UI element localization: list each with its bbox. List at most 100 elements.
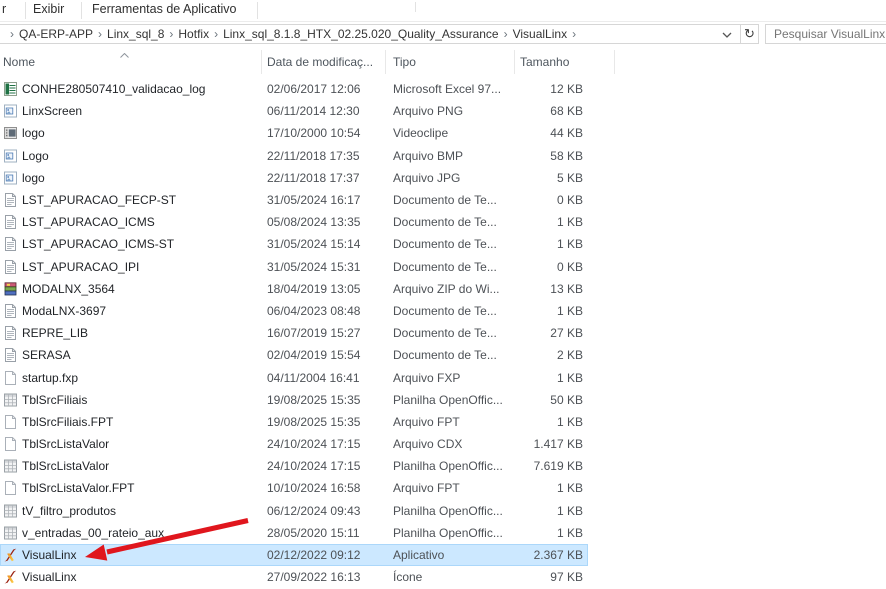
type-cell: Documento de Te...	[393, 193, 497, 208]
column-separator[interactable]	[261, 50, 262, 74]
table-row[interactable]: REPRE_LIB 16/07/2019 15:27 Documento de Te…	[0, 322, 588, 344]
table-row[interactable]: TblSrcListaValor.FPT 10/10/2024 16:58 Arqu…	[0, 477, 588, 499]
video-icon	[0, 126, 22, 140]
table-row[interactable]: startup.fxp 04/11/2004 16:41 Arquivo FXP 1 …	[0, 366, 588, 388]
date-cell: 04/11/2004 16:41	[267, 370, 360, 385]
column-separator[interactable]	[614, 50, 615, 74]
breadcrumb-item[interactable]: VisualLinx	[513, 27, 567, 41]
table-row[interactable]: LinxScreen 06/11/2014 12:30 Arquivo PNG 68 …	[0, 100, 588, 122]
table-row[interactable]: LST_APURACAO_FECP-ST 31/05/2024 16:17 Docu…	[0, 189, 588, 211]
date-cell: 24/10/2024 17:15	[267, 459, 361, 474]
refresh-icon: ↻	[744, 26, 755, 41]
refresh-button[interactable]: ↻	[741, 25, 758, 43]
date-cell: 05/08/2024 13:35	[267, 215, 361, 230]
textdoc-icon	[0, 215, 22, 230]
address-dropdown-button[interactable]	[714, 25, 739, 43]
table-row[interactable]: v_entradas_00_rateio_aux 28/05/2020 15:11…	[0, 522, 588, 544]
menu-item-exibir[interactable]: Exibir	[33, 1, 64, 17]
table-row[interactable]: TblSrcFiliais 19/08/2025 15:35 Planilha Op…	[0, 389, 588, 411]
breadcrumb-item[interactable]: Linx_sql_8.1.8_HTX_02.25.020_Quality_Ass…	[223, 27, 499, 41]
type-cell: Arquivo CDX	[393, 437, 463, 452]
table-row[interactable]: VisualLinx 02/12/2022 09:12 Aplicativo 2.36…	[0, 543, 588, 567]
name-cell: ModaLNX-3697	[22, 303, 107, 318]
excel-icon	[0, 82, 22, 97]
table-row[interactable]: LST_APURACAO_IPI 31/05/2024 15:31 Document…	[0, 256, 588, 278]
textdoc-icon	[0, 326, 22, 341]
name-cell: tV_filtro_produtos	[22, 503, 117, 518]
breadcrumb-item[interactable]: QA-ERP-APP	[19, 27, 93, 41]
date-cell: 31/05/2024 15:14	[267, 237, 361, 252]
blank-icon	[0, 370, 22, 385]
sort-ascending-icon	[120, 45, 129, 63]
column-header-tipo[interactable]: Tipo	[393, 48, 416, 76]
type-cell: Planilha OpenOffic...	[393, 525, 503, 540]
type-cell: Arquivo JPG	[393, 170, 461, 185]
column-separator[interactable]	[514, 50, 515, 74]
date-cell: 02/04/2019 15:54	[267, 348, 361, 363]
menu-divider	[25, 2, 26, 19]
textdoc-icon	[0, 303, 22, 318]
table-row[interactable]: Logo 22/11/2018 17:35 Arquivo BMP 58 KB	[0, 145, 588, 167]
table-row[interactable]: TblSrcFiliais.FPT 19/08/2025 15:35 Arquivo…	[0, 411, 588, 433]
table-row[interactable]: TblSrcListaValor 24/10/2024 17:15 Arquivo …	[0, 433, 588, 455]
search-input[interactable]	[765, 24, 886, 44]
type-cell: Planilha OpenOffic...	[393, 459, 503, 474]
size-cell: 58 KB	[550, 148, 583, 163]
table-row[interactable]: TblSrcListaValor 24/10/2024 17:15 Planilha…	[0, 455, 588, 477]
name-cell: logo	[22, 126, 45, 141]
size-cell: 7.619 KB	[533, 459, 583, 474]
menu-divider	[415, 2, 416, 12]
column-separator[interactable]	[385, 50, 386, 74]
column-header-data[interactable]: Data de modificaç...	[267, 48, 373, 76]
type-cell: Arquivo FPT	[393, 414, 460, 429]
type-cell: Documento de Te...	[393, 259, 497, 274]
name-cell: MODALNX_3564	[22, 281, 115, 296]
type-cell: Videoclipe	[393, 126, 449, 141]
size-cell: 1 KB	[556, 503, 583, 518]
menu-bar: r Exibir Ferramentas de Aplicativo	[0, 0, 886, 22]
table-row[interactable]: SERASA 02/04/2019 15:54 Documento de Te...…	[0, 344, 588, 366]
table-row[interactable]: tV_filtro_produtos 06/12/2024 09:43 Planil…	[0, 500, 588, 522]
type-cell: Documento de Te...	[393, 303, 497, 318]
table-row[interactable]: ModaLNX-3697 06/04/2023 08:48 Documento de…	[0, 300, 588, 322]
menu-divider	[257, 2, 258, 19]
size-cell: 12 KB	[550, 82, 583, 97]
size-cell: 0 KB	[556, 193, 583, 208]
table-row[interactable]: VisualLinx 27/09/2022 16:13 Ícone 97 KB	[0, 566, 588, 588]
table-row[interactable]: logo 22/11/2018 17:37 Arquivo JPG 5 KB	[0, 167, 588, 189]
winrar-icon	[0, 282, 22, 296]
column-header-tamanho[interactable]: Tamanho	[520, 48, 569, 76]
image-icon	[0, 149, 22, 163]
size-cell: 2 KB	[556, 348, 583, 363]
size-cell: 97 KB	[550, 570, 583, 585]
table-row[interactable]: MODALNX_3564 18/04/2019 13:05 Arquivo ZIP …	[0, 278, 588, 300]
date-cell: 31/05/2024 15:31	[267, 259, 361, 274]
textdoc-icon	[0, 193, 22, 208]
type-cell: Planilha OpenOffic...	[393, 392, 503, 407]
name-cell: LST_APURACAO_IPI	[22, 259, 140, 274]
linx-icon	[0, 548, 22, 562]
date-cell: 06/04/2023 08:48	[267, 303, 361, 318]
menu-item-fragment[interactable]: r	[2, 1, 6, 17]
date-cell: 10/10/2024 16:58	[267, 481, 361, 496]
size-cell: 5 KB	[556, 170, 583, 185]
table-row[interactable]: LST_APURACAO_ICMS 05/08/2024 13:35 Documen…	[0, 211, 588, 233]
breadcrumb-item[interactable]: Linx_sql_8	[107, 27, 164, 41]
name-cell: TblSrcFiliais.FPT	[22, 414, 114, 429]
date-cell: 02/12/2022 09:12	[267, 548, 361, 563]
type-cell: Arquivo ZIP do Wi...	[393, 281, 500, 296]
breadcrumb-item[interactable]: Hotfix	[178, 27, 209, 41]
blank-icon	[0, 437, 22, 452]
breadcrumb-separator: ›	[169, 27, 174, 41]
date-cell: 19/08/2025 15:35	[267, 392, 361, 407]
table-row[interactable]: LST_APURACAO_ICMS-ST 31/05/2024 15:14 Docu…	[0, 233, 588, 255]
date-cell: 19/08/2025 15:35	[267, 414, 361, 429]
column-header-nome[interactable]: Nome	[3, 48, 35, 76]
table-row[interactable]: logo 17/10/2000 10:54 Videoclipe 44 KB	[0, 122, 588, 144]
type-cell: Documento de Te...	[393, 237, 497, 252]
table-row[interactable]: CONHE280507410_validacao_log 02/06/2017 1…	[0, 78, 588, 100]
menu-item-ferramentas-de-aplicativo[interactable]: Ferramentas de Aplicativo	[92, 1, 237, 17]
blank-icon	[0, 414, 22, 429]
linx-icon	[0, 570, 22, 584]
size-cell: 44 KB	[550, 126, 583, 141]
